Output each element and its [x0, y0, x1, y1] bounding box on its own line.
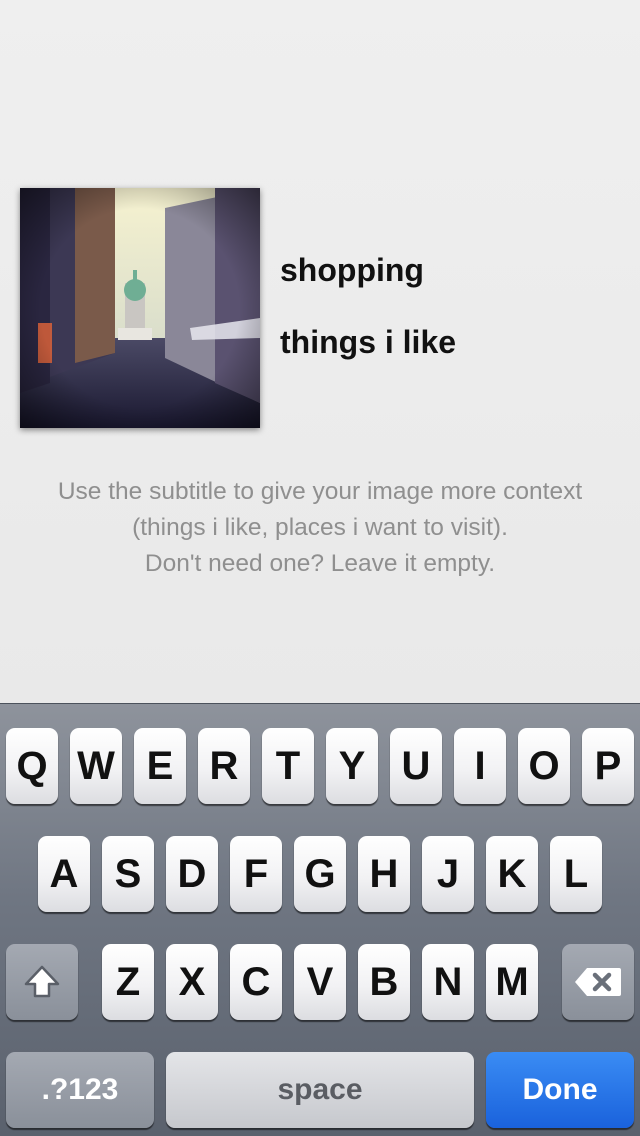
- done-key[interactable]: Done: [486, 1052, 634, 1128]
- subtitle-field[interactable]: things i like: [280, 322, 620, 362]
- key-c[interactable]: C: [230, 944, 282, 1020]
- key-b[interactable]: B: [358, 944, 410, 1020]
- key-j[interactable]: J: [422, 836, 474, 912]
- key-i[interactable]: I: [454, 728, 506, 804]
- key-y[interactable]: Y: [326, 728, 378, 804]
- key-h[interactable]: H: [358, 836, 410, 912]
- caption-editor: shopping things i like Use the subtitle …: [0, 0, 640, 703]
- hint-line: Don't need one? Leave it empty.: [144, 550, 496, 577]
- key-m[interactable]: M: [486, 944, 538, 1020]
- key-e[interactable]: E: [134, 728, 186, 804]
- key-s[interactable]: S: [102, 836, 154, 912]
- key-o[interactable]: O: [518, 728, 570, 804]
- key-x[interactable]: X: [166, 944, 218, 1020]
- title-field[interactable]: shopping: [280, 250, 620, 290]
- key-d[interactable]: D: [166, 836, 218, 912]
- shift-key[interactable]: [6, 944, 78, 1020]
- on-screen-keyboard: Q W E R T Y U I O P A S D F G H J K L Z …: [0, 703, 640, 1136]
- key-v[interactable]: V: [294, 944, 346, 1020]
- key-t[interactable]: T: [262, 728, 314, 804]
- shift-icon: [24, 965, 60, 998]
- key-g[interactable]: G: [294, 836, 346, 912]
- delete-icon: [575, 968, 621, 996]
- key-w[interactable]: W: [70, 728, 122, 804]
- key-q[interactable]: Q: [6, 728, 58, 804]
- key-f[interactable]: F: [230, 836, 282, 912]
- key-p[interactable]: P: [582, 728, 634, 804]
- street-photo-image: [20, 188, 260, 428]
- delete-key[interactable]: [562, 944, 634, 1020]
- key-a[interactable]: A: [38, 836, 90, 912]
- photo-thumbnail[interactable]: [20, 188, 260, 428]
- hint-line: (things i like, places i want to visit).: [132, 514, 508, 541]
- numbers-mode-key[interactable]: .?123: [6, 1052, 154, 1128]
- key-n[interactable]: N: [422, 944, 474, 1020]
- subtitle-hint: Use the subtitle to give your image more…: [0, 474, 640, 582]
- key-z[interactable]: Z: [102, 944, 154, 1020]
- key-r[interactable]: R: [198, 728, 250, 804]
- key-l[interactable]: L: [550, 836, 602, 912]
- hint-line: Use the subtitle to give your image more…: [57, 478, 583, 505]
- key-u[interactable]: U: [390, 728, 442, 804]
- key-k[interactable]: K: [486, 836, 538, 912]
- space-key[interactable]: space: [166, 1052, 474, 1128]
